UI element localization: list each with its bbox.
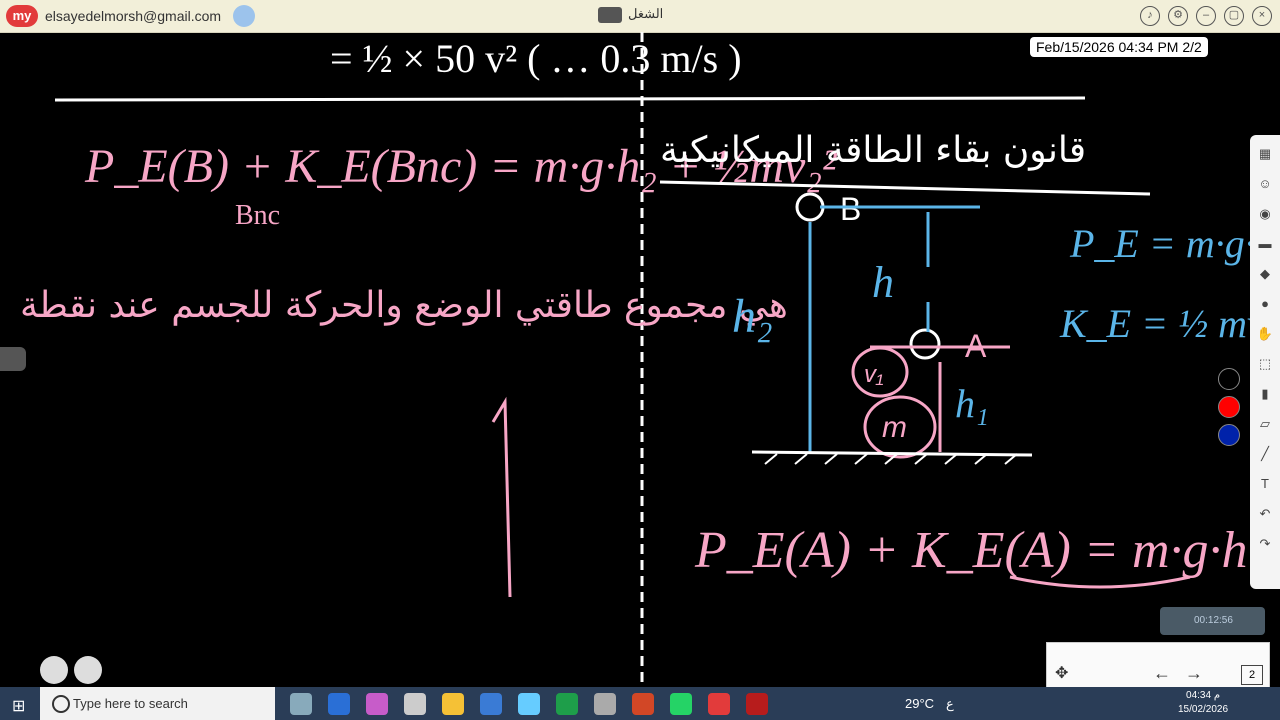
search-icon bbox=[52, 695, 70, 713]
explorer-icon[interactable] bbox=[442, 693, 464, 715]
box-icon[interactable]: ◆ bbox=[1254, 263, 1276, 285]
app-title-bar: my elsayedelmorsh@gmail.com الشغل ♪ ⚙ – … bbox=[0, 0, 1280, 33]
ink-layer: = ½ × 50 v² ( … 0.3 m/s ) P_E(B) + K_E(B… bbox=[20, 32, 1280, 687]
hand-icon[interactable]: ✋ bbox=[1254, 323, 1276, 345]
label-b: B bbox=[840, 191, 861, 227]
label-h: h bbox=[872, 258, 894, 307]
ke-equation: K_E = ½ mv² bbox=[1059, 301, 1278, 346]
store-icon[interactable] bbox=[480, 693, 502, 715]
page-toolbar: ✥ ← → 2 bbox=[1046, 642, 1270, 688]
marker-icon[interactable]: ▮ bbox=[1254, 383, 1276, 405]
users-icon[interactable]: ☺ bbox=[1254, 173, 1276, 195]
powerpoint-icon[interactable] bbox=[632, 693, 654, 715]
windows-icon[interactable]: ▦ bbox=[1254, 143, 1276, 165]
avatar[interactable] bbox=[233, 5, 255, 27]
edge-icon[interactable] bbox=[556, 693, 578, 715]
blue-pen[interactable] bbox=[1218, 424, 1240, 446]
pink-stroke bbox=[491, 396, 512, 598]
text-icon[interactable]: T bbox=[1254, 473, 1276, 495]
app-icon[interactable] bbox=[518, 693, 540, 715]
undo-icon[interactable]: ↶ bbox=[1254, 503, 1276, 525]
label-h1: h₁ bbox=[955, 381, 989, 426]
heading-arabic: قانون بقاء الطاقة الميكانيكية bbox=[660, 130, 1086, 171]
copilot-icon[interactable] bbox=[366, 693, 388, 715]
workspace-label[interactable]: الشغل bbox=[598, 6, 663, 23]
select-icon[interactable]: ⬚ bbox=[1254, 353, 1276, 375]
top-fragment: = ½ × 50 v² ( … 0.3 m/s ) bbox=[330, 36, 742, 81]
taskview-icon[interactable] bbox=[290, 693, 312, 715]
bnc-label: Bnc bbox=[235, 200, 280, 231]
browser-icon[interactable]: ● bbox=[1254, 293, 1276, 315]
app-icon[interactable] bbox=[404, 693, 426, 715]
bell-icon[interactable]: ♪ bbox=[1140, 6, 1160, 26]
ground-line bbox=[751, 450, 1033, 457]
side-tab[interactable] bbox=[0, 347, 26, 371]
weather[interactable]: 29°C bbox=[905, 696, 934, 712]
apps-icon[interactable] bbox=[74, 656, 102, 684]
label-m: m bbox=[882, 411, 907, 444]
label-h2: h₂ bbox=[732, 290, 773, 343]
black-pen[interactable] bbox=[1218, 368, 1240, 390]
whiteboard-canvas[interactable]: = ½ × 50 v² ( … 0.3 m/s ) P_E(B) + K_E(B… bbox=[0, 32, 1280, 687]
next-icon[interactable]: → bbox=[1185, 663, 1203, 684]
label-a: A bbox=[965, 328, 987, 364]
folder-icon bbox=[598, 6, 622, 23]
point-b bbox=[795, 192, 825, 222]
taskbar: ⊞ Type here to search 29°C ع 04:34 م 15/… bbox=[0, 687, 1280, 720]
eraser-icon[interactable]: ▱ bbox=[1254, 413, 1276, 435]
window-controls: ♪ ⚙ – ▢ × bbox=[1140, 6, 1272, 26]
folder-icon[interactable]: ▬ bbox=[1254, 233, 1276, 255]
prev-icon[interactable]: ← bbox=[1153, 663, 1171, 684]
clock[interactable]: 04:34 م 15/02/2026 bbox=[1178, 689, 1228, 717]
label-v1: v₁ bbox=[864, 361, 884, 388]
minimize-icon[interactable]: – bbox=[1196, 6, 1216, 26]
left-buttons bbox=[40, 656, 102, 684]
whatsapp-icon[interactable] bbox=[670, 693, 692, 715]
restore-icon[interactable]: ▢ bbox=[1224, 6, 1244, 26]
user-email: elsayedelmorsh@gmail.com bbox=[45, 8, 222, 24]
image-icon[interactable] bbox=[40, 656, 68, 684]
point-a bbox=[909, 328, 941, 360]
recorder-bar[interactable]: 00:12:56 bbox=[1160, 607, 1265, 635]
separator-line bbox=[54, 96, 1086, 102]
pe-equation: P_E = m·g·h bbox=[1069, 221, 1275, 266]
language[interactable]: ع bbox=[946, 696, 954, 712]
move-icon[interactable]: ✥ bbox=[1055, 663, 1068, 683]
close-icon[interactable]: × bbox=[1252, 6, 1272, 26]
arabic-note: هي مجموع طاقتي الوضع والحركة للجسم عند ن… bbox=[20, 285, 788, 326]
windows-start-icon[interactable]: ⊞ bbox=[12, 696, 25, 716]
camera-icon[interactable]: ◉ bbox=[1254, 203, 1276, 225]
right-toolbar: ▦ ☺ ◉ ▬ ◆ ● ✋ ⬚ ▮ ▱ ╱ T ↶ ↷ bbox=[1250, 135, 1280, 589]
date-display: Feb/15/2026 04:34 PM 2/2 bbox=[1030, 37, 1208, 57]
red-pen[interactable] bbox=[1218, 396, 1240, 418]
app-icon[interactable] bbox=[594, 693, 616, 715]
gear-icon[interactable]: ⚙ bbox=[1168, 6, 1188, 26]
system-tray: 29°C ع bbox=[905, 696, 954, 712]
pdf-icon[interactable] bbox=[746, 693, 768, 715]
pen-colors bbox=[1218, 368, 1240, 446]
line-icon[interactable]: ╱ bbox=[1254, 443, 1276, 465]
outlook-icon[interactable] bbox=[328, 693, 350, 715]
bottom-equation: P_E(A) + K_E(A) = m·g·h₁ + ½ mv₁² bbox=[694, 522, 1280, 579]
taskbar-apps bbox=[290, 693, 768, 715]
app-logo: my bbox=[6, 5, 38, 27]
search-box[interactable]: Type here to search bbox=[40, 687, 275, 720]
whiteboard-app-icon[interactable] bbox=[708, 693, 730, 715]
redo-icon[interactable]: ↷ bbox=[1254, 533, 1276, 555]
page-number[interactable]: 2 bbox=[1241, 665, 1263, 685]
